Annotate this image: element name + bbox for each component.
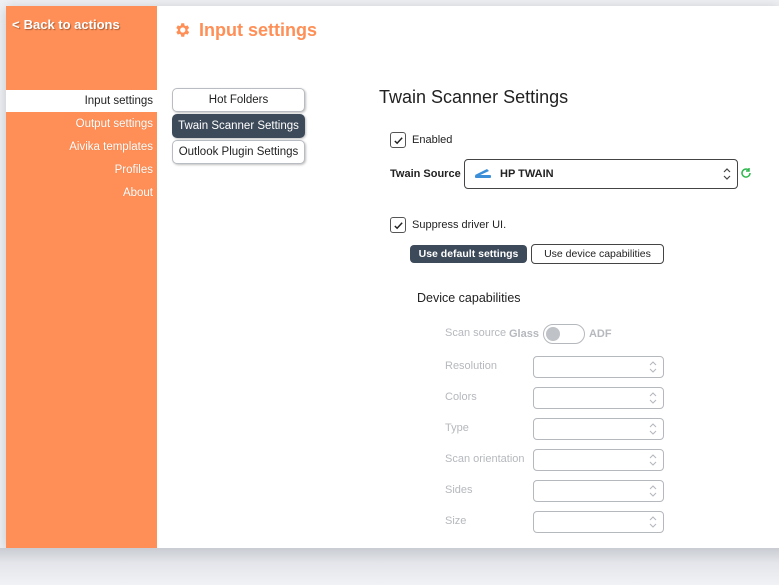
suppress-driver-ui-row[interactable]: Suppress driver UI.	[390, 217, 506, 233]
sidebar-item-profiles[interactable]: Profiles	[6, 159, 157, 181]
tab-hot-folders[interactable]: Hot Folders	[172, 88, 305, 112]
scan-orientation-select[interactable]	[533, 449, 664, 471]
page-header: Input settings	[173, 18, 317, 42]
section-title: Twain Scanner Settings	[379, 87, 569, 107]
settings-panel: Twain Scanner Settings Enabled Twain Sou…	[379, 84, 779, 533]
colors-label: Colors	[445, 391, 477, 403]
sidebar: < Back to actions Input settings Output s…	[6, 6, 157, 548]
device-capabilities-title: Device capabilities	[417, 291, 521, 305]
chevron-updown-icon	[649, 485, 657, 497]
scan-orientation-label: Scan orientation	[445, 453, 525, 465]
chevron-updown-icon	[649, 454, 657, 466]
colors-select[interactable]	[533, 387, 664, 409]
enabled-label: Enabled	[412, 134, 453, 146]
app-window: < Back to actions Input settings Output s…	[6, 6, 779, 548]
sidebar-item-aivika-templates[interactable]: Aivika templates	[6, 136, 157, 158]
enabled-checkbox[interactable]	[390, 132, 406, 148]
sidebar-item-input-settings[interactable]: Input settings	[6, 90, 157, 112]
gear-icon	[173, 21, 191, 39]
background-strip	[0, 548, 779, 585]
resolution-label: Resolution	[445, 360, 497, 372]
chevron-updown-icon	[649, 423, 657, 435]
check-icon	[393, 221, 403, 229]
resolution-select[interactable]	[533, 356, 664, 378]
use-device-capabilities-button[interactable]: Use device capabilities	[531, 244, 664, 264]
type-select[interactable]	[533, 418, 664, 440]
enabled-checkbox-row[interactable]: Enabled	[390, 132, 452, 148]
use-default-settings-button[interactable]: Use default settings	[410, 245, 527, 263]
suppress-driver-ui-checkbox[interactable]	[390, 217, 406, 233]
twain-source-select[interactable]: HP TWAIN	[464, 159, 738, 189]
scan-source-glass-label: Glass	[509, 328, 539, 340]
refresh-icon[interactable]	[740, 167, 752, 182]
scanner-icon	[474, 167, 492, 182]
chevron-updown-icon	[649, 361, 657, 373]
toggle-knob	[545, 327, 560, 341]
back-to-actions-link[interactable]: < Back to actions	[12, 17, 120, 32]
tab-twain-scanner-settings[interactable]: Twain Scanner Settings	[172, 114, 305, 138]
chevron-updown-icon	[649, 392, 657, 404]
subtab-list: Hot Folders Twain Scanner Settings Outlo…	[172, 88, 305, 166]
scan-source-adf-label: ADF	[588, 328, 612, 340]
scan-source-toggle-row: Glass ADF	[509, 324, 612, 344]
suppress-driver-ui-label: Suppress driver UI.	[412, 219, 507, 231]
sidebar-item-output-settings[interactable]: Output settings	[6, 113, 157, 135]
sides-label: Sides	[445, 484, 473, 496]
sides-select[interactable]	[533, 480, 664, 502]
size-label: Size	[445, 515, 467, 527]
scan-source-label: Scan source	[445, 327, 507, 339]
tab-outlook-plugin-settings[interactable]: Outlook Plugin Settings	[172, 140, 305, 164]
type-label: Type	[445, 422, 469, 434]
check-icon	[393, 136, 403, 144]
page-title: Input settings	[199, 19, 317, 40]
scan-source-toggle[interactable]	[542, 324, 585, 344]
back-label: Back to actions	[23, 17, 120, 32]
size-select[interactable]	[533, 511, 664, 533]
chevron-left-icon: <	[12, 17, 20, 32]
chevron-updown-icon	[649, 516, 657, 528]
twain-source-value: HP TWAIN	[500, 168, 554, 180]
sidebar-nav: Input settings Output settings Aivika te…	[6, 90, 157, 205]
chevron-updown-icon	[721, 166, 733, 185]
sidebar-item-about[interactable]: About	[6, 182, 157, 204]
twain-source-label: Twain Source	[390, 168, 461, 180]
